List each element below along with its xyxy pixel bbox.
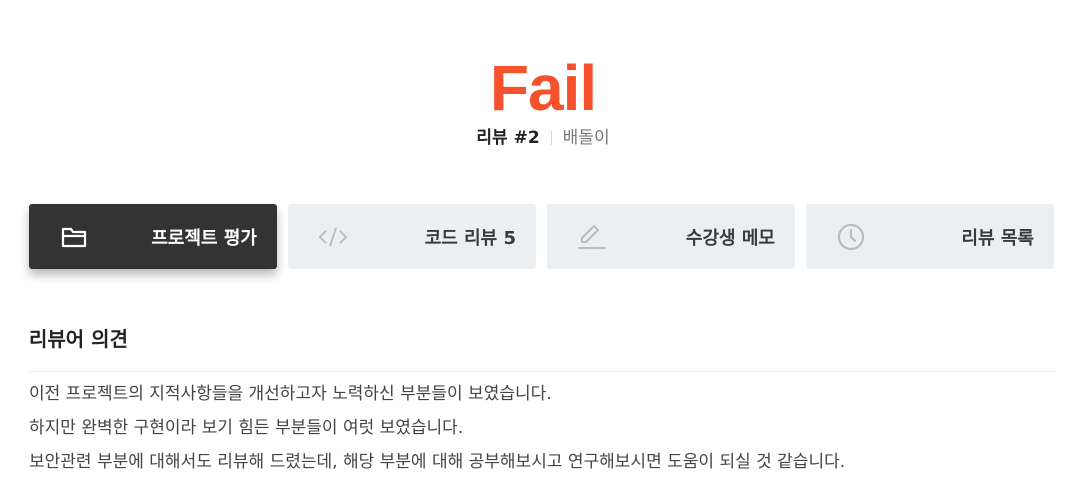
folder-icon: [59, 222, 89, 252]
tab-label: 수강생 메모: [685, 227, 775, 249]
opinion-line: 이전 프로젝트의 지적사항들을 개선하고자 노력하신 부분들이 보였습니다.: [29, 384, 552, 404]
tab-code-review[interactable]: 코드 리뷰 5: [288, 204, 536, 269]
review-page: Fail 리뷰 #2 배돌이 프로젝트 평가 코드 리뷰 5 수강생 메모 리뷰…: [0, 0, 1086, 500]
reviewer-opinion: 이전 프로젝트의 지적사항들을 개선하고자 노력하신 부분들이 보였습니다. 하…: [29, 377, 1059, 479]
tab-student-memo[interactable]: 수강생 메모: [547, 204, 795, 269]
tab-review-list[interactable]: 리뷰 목록: [806, 204, 1054, 269]
review-tabs: 프로젝트 평가 코드 리뷰 5 수강생 메모 리뷰 목록: [29, 204, 1054, 269]
code-icon: [318, 222, 348, 252]
meta-divider: [550, 131, 552, 145]
clock-icon: [836, 222, 866, 252]
tab-project-evaluation[interactable]: 프로젝트 평가: [29, 204, 277, 269]
review-meta: 리뷰 #2 배돌이: [0, 126, 1086, 150]
section-divider: [29, 371, 1056, 372]
tab-label: 리뷰 목록: [961, 227, 1034, 249]
review-number: 리뷰 #2: [476, 128, 540, 148]
tab-label: 코드 리뷰 5: [424, 227, 516, 249]
reviewer-name: 배돌이: [562, 128, 610, 148]
result-status: Fail: [489, 52, 597, 124]
opinion-line: 하지만 완벽한 구현이라 보기 힘든 부분들이 여럿 보였습니다.: [29, 418, 464, 438]
pencil-icon: [577, 222, 607, 252]
section-title: 리뷰어 의견: [29, 327, 128, 351]
opinion-line: 보안관련 부분에 대해서도 리뷰해 드렸는데, 해당 부분에 대해 공부해보시고…: [29, 452, 846, 472]
tab-label: 프로젝트 평가: [151, 227, 257, 249]
